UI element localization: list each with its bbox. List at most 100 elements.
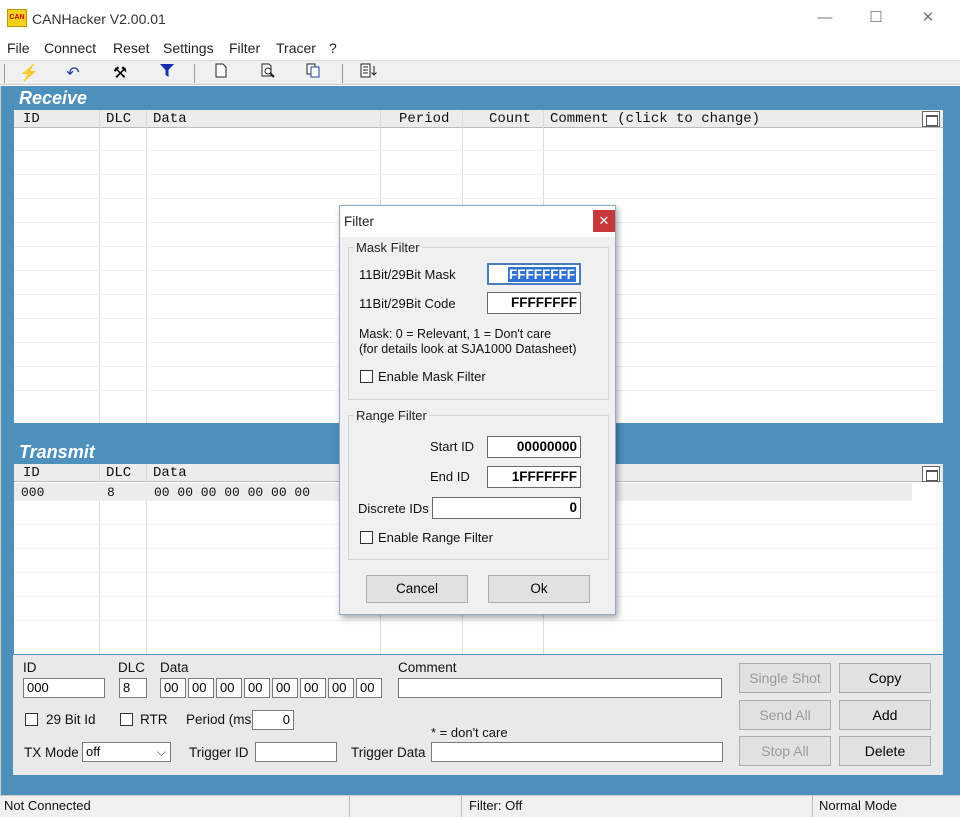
- minimize-button[interactable]: —: [815, 8, 835, 28]
- data-byte-input[interactable]: 00: [300, 678, 326, 698]
- code-input[interactable]: FFFFFFFF: [487, 292, 581, 314]
- app-icon: CAN: [7, 9, 27, 27]
- menu-settings[interactable]: Settings: [163, 40, 214, 56]
- status-middle: [352, 796, 462, 817]
- menu-filter[interactable]: Filter: [229, 40, 260, 56]
- column-header-count[interactable]: Count: [489, 111, 531, 127]
- mask-note-details: (for details look at SJA1000 Datasheet): [359, 342, 577, 356]
- dialog-title: Filter: [344, 214, 374, 229]
- column-header-period[interactable]: Period: [399, 111, 449, 127]
- toolbar-separator: [4, 64, 5, 83]
- log-icon[interactable]: [356, 63, 382, 84]
- toolbar-separator: [194, 64, 195, 83]
- dlc-input[interactable]: 8: [119, 678, 147, 698]
- enable-mask-label: Enable Mask Filter: [378, 369, 486, 384]
- mask-input[interactable]: FFFFFFFF: [487, 263, 581, 285]
- end-id-input[interactable]: 1FFFFFFF: [487, 466, 581, 488]
- start-id-input[interactable]: 00000000: [487, 436, 581, 458]
- menu-reset[interactable]: Reset: [113, 40, 150, 56]
- dialog-title-bar: Filter ✕: [340, 206, 615, 237]
- dont-care-note: * = don't care: [431, 725, 508, 740]
- delete-button[interactable]: Delete: [839, 736, 931, 766]
- row-dlc: 8: [107, 485, 115, 500]
- filter-icon[interactable]: [154, 63, 180, 84]
- transmit-title: Transmit: [19, 442, 95, 462]
- period-label: Period (ms): [186, 712, 256, 727]
- menu-help[interactable]: ?: [329, 40, 337, 56]
- row-data: 00 00 00 00 00 00 00: [154, 485, 311, 500]
- 29bit-checkbox[interactable]: [25, 713, 38, 726]
- menu-file[interactable]: File: [7, 40, 30, 56]
- enable-mask-checkbox[interactable]: [360, 370, 373, 383]
- status-filter: Filter: Off: [465, 796, 813, 817]
- id-label: ID: [23, 660, 37, 675]
- comment-label: Comment: [398, 660, 457, 675]
- maximize-button[interactable]: ☐: [866, 8, 886, 28]
- cancel-button[interactable]: Cancel: [366, 575, 468, 603]
- status-mode: Normal Mode: [819, 798, 898, 813]
- menu-bar: File Connect Reset Settings Filter Trace…: [0, 37, 960, 59]
- data-byte-input[interactable]: 00: [244, 678, 270, 698]
- enable-range-label: Enable Range Filter: [378, 530, 493, 545]
- trigger-data-input[interactable]: [431, 742, 723, 762]
- receive-maximize-icon[interactable]: [922, 111, 940, 127]
- undo-icon[interactable]: ↶: [60, 63, 86, 84]
- menu-tracer[interactable]: Tracer: [276, 40, 316, 56]
- ok-button[interactable]: Ok: [488, 575, 590, 603]
- data-byte-input[interactable]: 00: [272, 678, 298, 698]
- transmit-maximize-icon[interactable]: [922, 466, 940, 482]
- discrete-ids-input[interactable]: 0: [432, 497, 581, 519]
- column-header-comment[interactable]: Comment (click to change): [550, 111, 760, 127]
- column-header-id[interactable]: ID: [23, 111, 40, 127]
- enable-range-checkbox[interactable]: [360, 531, 373, 544]
- code-label: 11Bit/29Bit Code: [359, 296, 456, 311]
- 29bit-label: 29 Bit Id: [46, 712, 96, 727]
- period-input[interactable]: 0: [252, 710, 294, 730]
- single-shot-button[interactable]: Single Shot: [739, 663, 831, 693]
- data-byte-input[interactable]: 00: [356, 678, 382, 698]
- txmode-value: off: [86, 744, 101, 759]
- status-bar: Not Connected Filter: Off Normal Mode: [0, 795, 960, 817]
- add-button[interactable]: Add: [839, 700, 931, 730]
- mask-value: FFFFFFFF: [508, 267, 576, 282]
- column-header-dlc[interactable]: DLC: [106, 111, 131, 127]
- filter-dialog: Filter ✕ Mask Filter 11Bit/29Bit Mask FF…: [339, 205, 616, 615]
- mask-filter-group-label: Mask Filter: [354, 240, 422, 255]
- comment-input[interactable]: [398, 678, 722, 698]
- rtr-label: RTR: [140, 712, 168, 727]
- trigger-id-input[interactable]: [255, 742, 337, 762]
- connect-icon[interactable]: ⚡: [16, 63, 42, 84]
- copy-icon[interactable]: [300, 63, 326, 84]
- window-title: CANHacker V2.00.01: [32, 11, 166, 27]
- toolbar-separator: [342, 64, 343, 83]
- data-byte-input[interactable]: 00: [188, 678, 214, 698]
- rtr-checkbox[interactable]: [120, 713, 133, 726]
- copy-button[interactable]: Copy: [839, 663, 931, 693]
- close-window-button[interactable]: ✕: [918, 8, 938, 28]
- chevron-down-icon: ⌵: [156, 745, 166, 759]
- column-header-data[interactable]: Data: [153, 465, 187, 481]
- column-header-dlc[interactable]: DLC: [106, 465, 131, 481]
- row-id: 000: [21, 485, 45, 500]
- txmode-label: TX Mode: [24, 745, 79, 760]
- close-icon[interactable]: ✕: [593, 210, 615, 232]
- column-header-data[interactable]: Data: [153, 111, 187, 127]
- print-preview-icon[interactable]: [255, 63, 281, 84]
- send-all-button[interactable]: Send All: [739, 700, 831, 730]
- data-label: Data: [160, 660, 189, 675]
- column-header-id[interactable]: ID: [23, 465, 40, 481]
- toolbar: ⚡ ↶ ⚒: [0, 60, 960, 85]
- data-byte-input[interactable]: 00: [328, 678, 354, 698]
- data-byte-input[interactable]: 00: [160, 678, 186, 698]
- stop-all-button[interactable]: Stop All: [739, 736, 831, 766]
- id-input[interactable]: 000: [23, 678, 105, 698]
- txmode-select[interactable]: off ⌵: [82, 742, 171, 762]
- transmit-form: ID 000 DLC 8 Data 00 00 00 00 00 00 00 0…: [13, 655, 943, 775]
- new-file-icon[interactable]: [208, 63, 234, 84]
- tools-icon[interactable]: ⚒: [107, 63, 133, 84]
- dlc-label: DLC: [118, 660, 146, 675]
- discrete-ids-label: Discrete IDs: [358, 501, 429, 516]
- menu-connect[interactable]: Connect: [44, 40, 96, 56]
- data-byte-input[interactable]: 00: [216, 678, 242, 698]
- end-id-label: End ID: [430, 469, 470, 484]
